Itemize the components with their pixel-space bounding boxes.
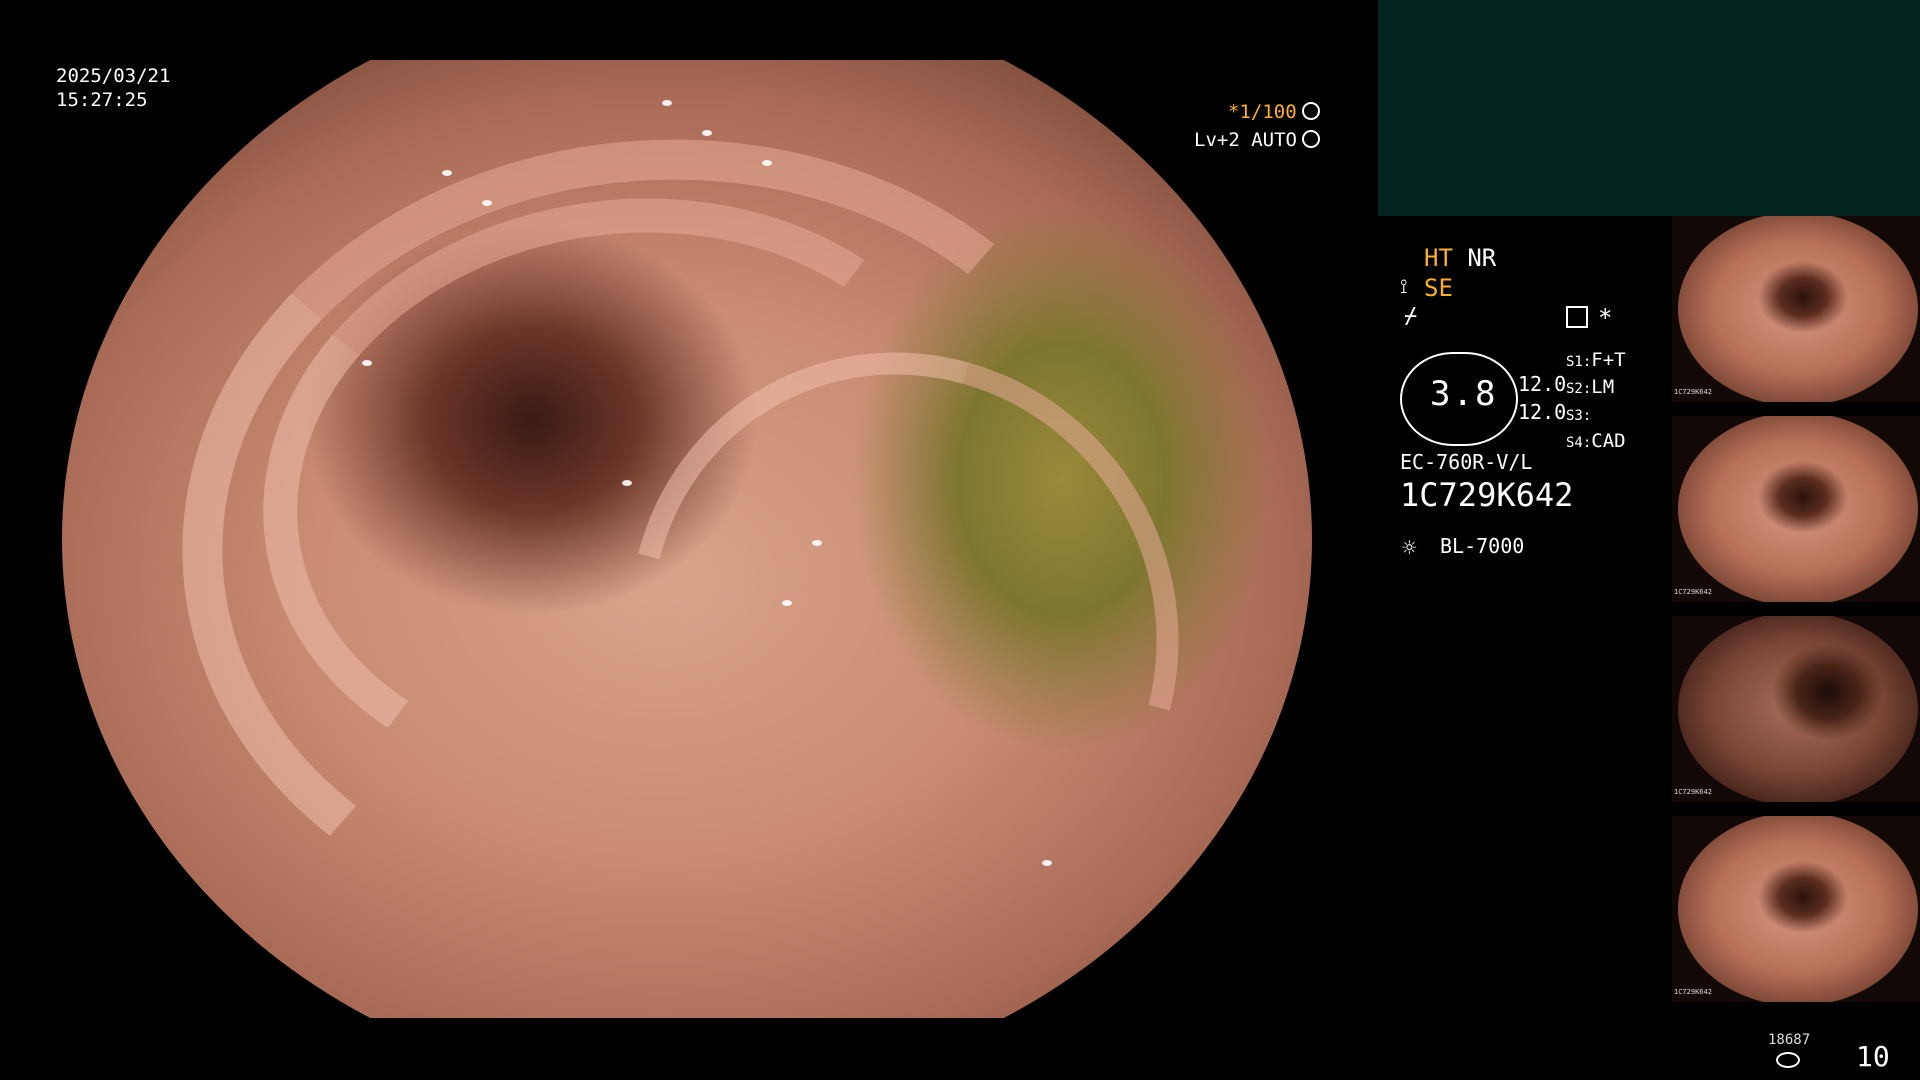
thumbnail-image — [1678, 216, 1918, 402]
shutter-label: *1/100 — [1228, 101, 1297, 123]
s4-value: CAD — [1591, 430, 1626, 452]
thumbnail-caption: 1C729K642 — [1674, 988, 1712, 996]
scope-model: EC-760R-V/L — [1400, 450, 1533, 474]
thumbnail-image — [1678, 616, 1918, 802]
image-count: 10 — [1856, 1040, 1890, 1073]
storage-count: 18687 — [1768, 1032, 1811, 1048]
s1-label: S1: — [1566, 354, 1592, 370]
se-indicator: SE — [1424, 274, 1453, 302]
overlay-panel — [1378, 0, 1920, 216]
value-1: 12.0 — [1518, 372, 1567, 396]
aperture-icon — [1302, 102, 1320, 120]
thumbnail-image — [1678, 416, 1918, 602]
s2-label: S2: — [1566, 381, 1592, 397]
s2-value: LM — [1591, 376, 1615, 398]
light-reflection — [362, 360, 372, 366]
thumbnail[interactable]: 1C729K642 — [1672, 416, 1920, 602]
scope-serial: 1C729K642 — [1400, 476, 1574, 514]
scope-settings: S1:F+T S2:LM S3: S4:CAD — [1566, 348, 1626, 456]
light-reflection — [662, 100, 672, 106]
thumbnail[interactable]: 1C729K642 — [1672, 216, 1920, 402]
thumbnail[interactable]: 1C729K642 — [1672, 816, 1920, 1002]
ht-indicator: HT — [1424, 244, 1453, 272]
light-reflection — [442, 170, 452, 176]
time-label: 15:27:25 — [56, 89, 148, 111]
gear-icon — [1302, 130, 1320, 148]
nr-indicator: NR — [1467, 244, 1497, 272]
light-reflection — [762, 160, 772, 166]
light-reflection — [482, 200, 492, 206]
light-reflection — [812, 540, 822, 546]
light-source-label: BL-7000 — [1440, 534, 1525, 558]
thumbnail-caption: 1C729K642 — [1674, 388, 1712, 396]
endoscope-view — [62, 60, 1312, 1018]
light-reflection — [1042, 860, 1052, 866]
s4-label: S4: — [1566, 435, 1592, 451]
light-source-icon: ☼ — [1402, 534, 1417, 562]
s1-value: F+T — [1591, 349, 1626, 371]
thumbnail-image — [1678, 816, 1918, 1002]
thumbnail[interactable]: 1C729K642 — [1672, 616, 1920, 802]
s3-label: S3: — [1566, 408, 1592, 424]
light-reflection — [702, 130, 712, 136]
diameter-value: 3.8 — [1430, 374, 1498, 414]
database-icon — [1776, 1052, 1800, 1068]
brightness-icon: ⌿ — [1404, 304, 1418, 329]
document-icon — [1566, 306, 1588, 328]
asterisk-indicator: * — [1598, 304, 1613, 332]
level-label: Lv+2 AUTO — [1194, 129, 1297, 151]
date-label: 2025/03/21 — [56, 65, 171, 87]
mode-icon: ⟟ — [1400, 274, 1408, 298]
light-reflection — [782, 600, 792, 606]
settings-row: HT NR — [1424, 244, 1496, 272]
light-reflection — [622, 480, 632, 486]
thumbnail-caption: 1C729K642 — [1674, 588, 1712, 596]
value-2: 12.0 — [1518, 400, 1567, 424]
thumbnail-caption: 1C729K642 — [1674, 788, 1712, 796]
